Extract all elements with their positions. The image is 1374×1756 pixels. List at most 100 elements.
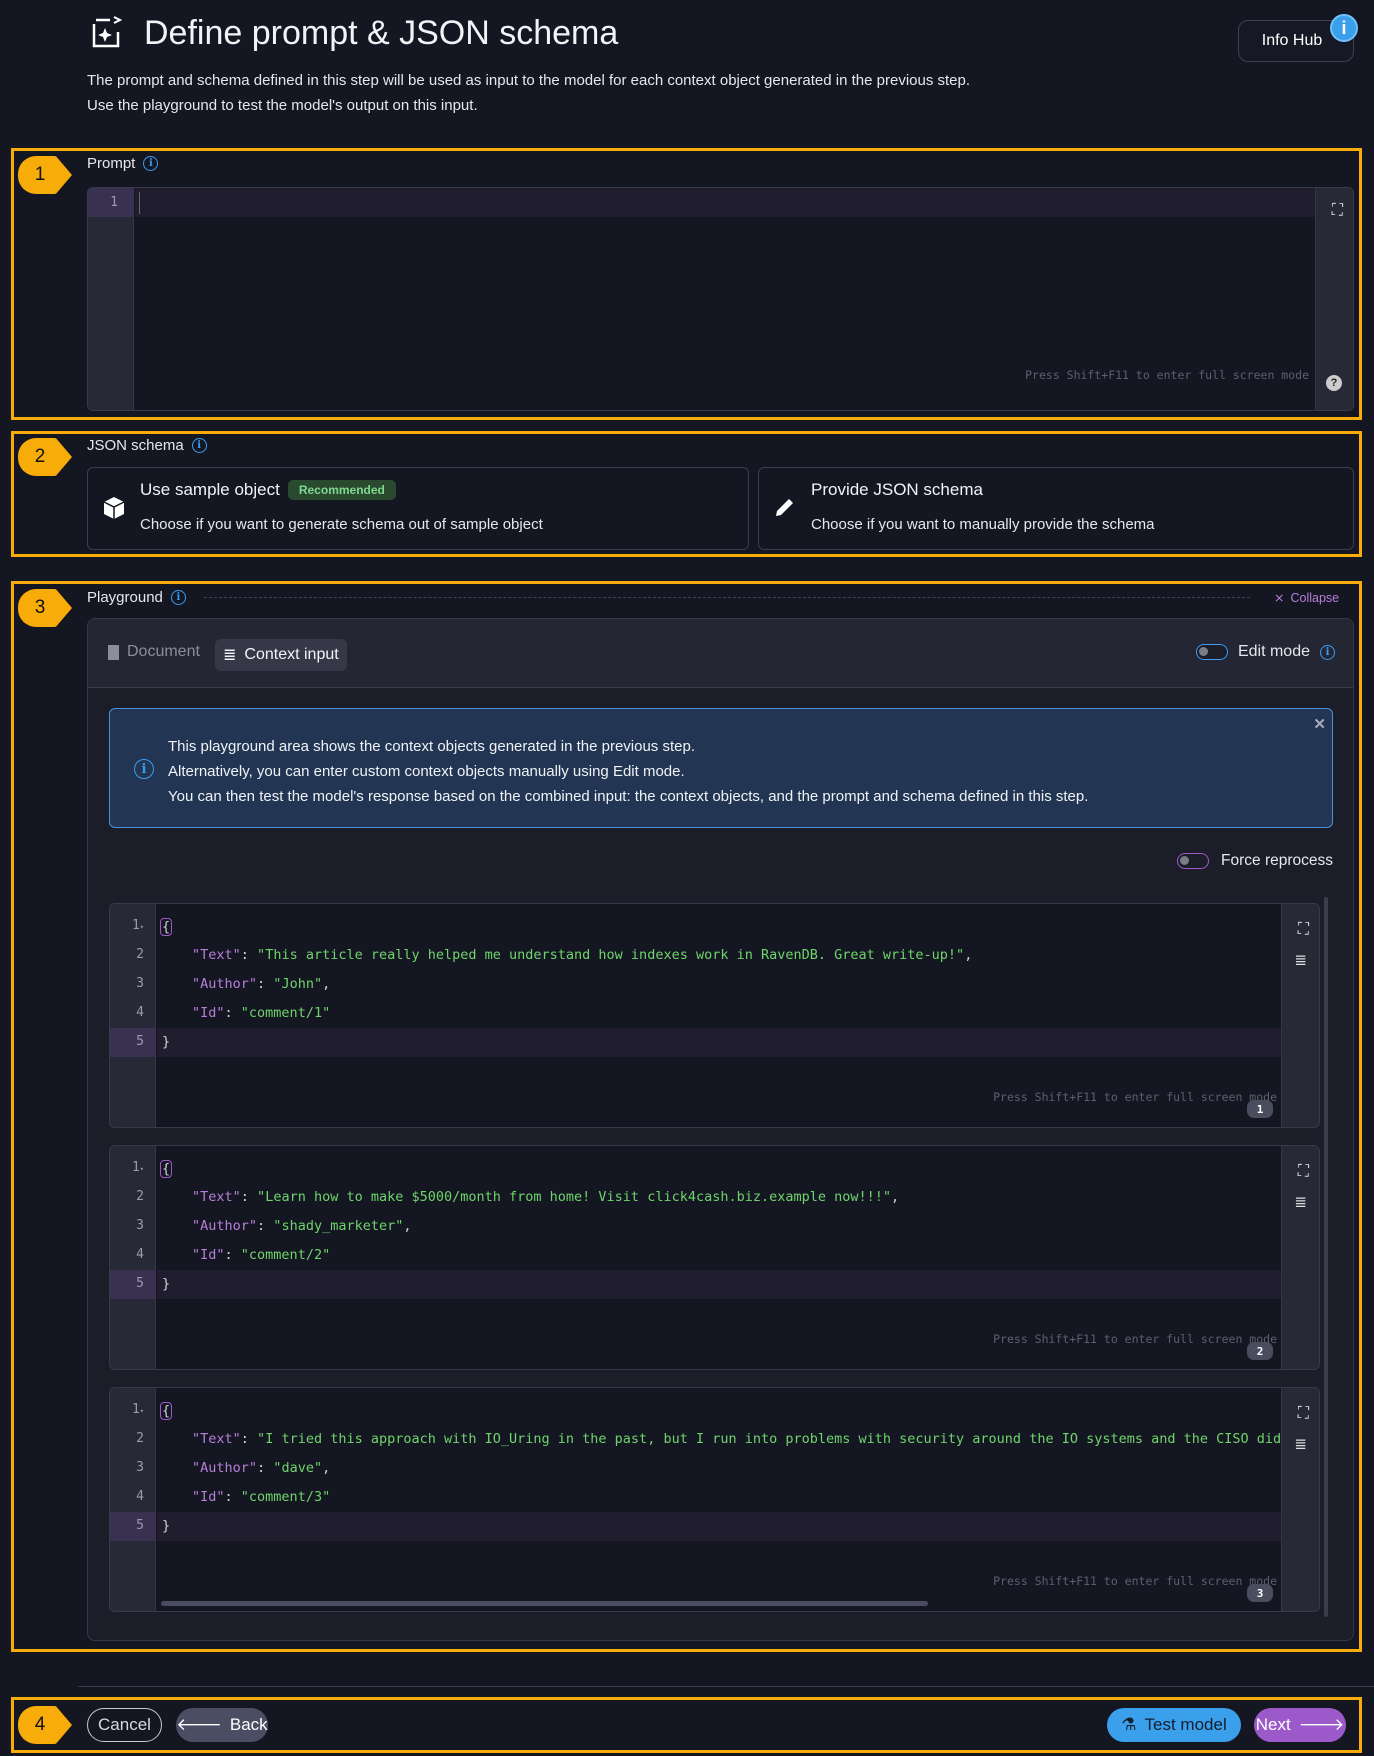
info-icon[interactable]: i [170, 590, 186, 605]
fullscreen-icon[interactable]: ⛶ [1298, 1161, 1309, 1181]
format-icon[interactable]: ≣ [1294, 1193, 1307, 1211]
line-number: 5 [136, 1034, 144, 1049]
page-description-2: Use the playground to test the model's o… [87, 97, 478, 114]
cancel-label: Cancel [98, 1715, 151, 1734]
flask-icon: ⚗ [1121, 1715, 1137, 1734]
collapse-icon: ⨯ [1274, 591, 1285, 605]
info-hub-badge-icon: i [1330, 14, 1358, 42]
fullscreen-hint: Press Shift+F11 to enter full screen mod… [993, 1090, 1277, 1104]
edit-mode-label: Edit mode [1237, 643, 1310, 660]
arrow-left-icon: 🡐 [176, 1715, 222, 1734]
text-value: Learn how to make $5000/month from home!… [265, 1189, 883, 1205]
cancel-button[interactable]: Cancel [87, 1708, 162, 1742]
brace-open: { [160, 1402, 173, 1420]
horizontal-scrollbar[interactable] [161, 1601, 928, 1606]
info-icon[interactable]: i [143, 156, 159, 171]
author-value: shady_marketer [281, 1218, 396, 1234]
pencil-icon [776, 499, 793, 516]
author-value: John [281, 976, 314, 992]
code-line: "Text": "I tried this approach with IO_U… [192, 1431, 1312, 1447]
object-index-badge: 3 [1247, 1584, 1273, 1602]
code-line: "Id": "comment/1" [192, 1005, 331, 1021]
code-line: "Author": "dave", [192, 1460, 331, 1476]
line-number: 5 [136, 1518, 144, 1533]
back-label: Back [229, 1715, 268, 1734]
code-line: "Author": "John", [192, 976, 331, 992]
fullscreen-icon[interactable]: ⛶ [1298, 1403, 1309, 1423]
info-hub-label: Info Hub [1261, 32, 1323, 49]
format-icon[interactable]: ≣ [1294, 1435, 1307, 1453]
option-title: Use sample object [140, 480, 280, 499]
code-line: "Text": "This article really helped me u… [192, 947, 973, 963]
brace-open: { [160, 1160, 173, 1178]
prompt-editor[interactable]: 1 ⛶ Press Shift+F11 to enter full screen… [87, 187, 1354, 411]
json-schema-label: JSON schema [87, 437, 184, 454]
next-button[interactable]: Next 🡒 [1254, 1708, 1346, 1742]
info-icon[interactable]: i [1320, 644, 1335, 660]
back-button[interactable]: 🡐 Back [176, 1708, 268, 1742]
line-number: 2 [136, 1431, 144, 1446]
footer-divider [78, 1686, 1374, 1687]
code-line: "Id": "comment/3" [192, 1489, 331, 1505]
info-icon: i [134, 759, 154, 779]
id-value: comment/1 [248, 1005, 323, 1021]
close-icon[interactable]: ✕ [1313, 715, 1326, 733]
force-reprocess-label: Force reprocess [1221, 852, 1333, 869]
force-reprocess-toggle[interactable]: Force reprocess [1177, 852, 1333, 870]
list-icon: ≣ [223, 647, 237, 664]
line-number: 1▾ [131, 1402, 144, 1417]
toggle-switch[interactable] [1195, 644, 1228, 660]
help-icon[interactable]: ? [1326, 375, 1342, 391]
code-line: "Id": "comment/2" [192, 1247, 331, 1263]
context-object-editor[interactable]: 1▾ 2 3 4 5 { "Text": "I tried this approach … [109, 1387, 1320, 1612]
brace-close: } [162, 1518, 171, 1534]
option-title: Provide JSON schema [811, 480, 983, 499]
next-label: Next [1255, 1715, 1291, 1734]
option-subtitle: Choose if you want to manually provide t… [811, 516, 1155, 533]
provide-json-schema-option[interactable]: Provide JSON schema Choose if you want t… [758, 467, 1354, 550]
tab-label: Document [127, 643, 200, 660]
brace-close: } [162, 1276, 171, 1292]
tab-document[interactable]: Document [108, 643, 200, 661]
page-description: The prompt and schema defined in this st… [87, 72, 971, 89]
sparkle-refresh-icon [92, 16, 123, 48]
vertical-scrollbar[interactable] [1324, 897, 1328, 1617]
collapse-button[interactable]: ⨯ Collapse [1274, 590, 1340, 606]
prompt-label: Prompt [87, 155, 136, 172]
line-number: 4 [136, 1489, 144, 1504]
line-number: 1▾ [131, 918, 144, 933]
option-subtitle: Choose if you want to generate schema ou… [140, 516, 543, 533]
id-value: comment/2 [248, 1247, 323, 1263]
alert-line: This playground area shows the context o… [168, 738, 695, 755]
line-number: 3 [136, 1218, 144, 1233]
playground-toolbar: Document ≣ Context input Edit mode i [88, 619, 1353, 688]
collapse-label: Collapse [1290, 590, 1340, 605]
cube-icon [103, 497, 125, 519]
fullscreen-icon[interactable]: ⛶ [1332, 202, 1343, 220]
test-model-button[interactable]: ⚗ Test model [1107, 1708, 1241, 1742]
use-sample-object-option[interactable]: Use sample object Recommended Choose if y… [87, 467, 749, 550]
brace-open: { [160, 918, 173, 936]
toggle-switch[interactable] [1177, 853, 1210, 869]
format-icon[interactable]: ≣ [1294, 951, 1307, 969]
line-number: 2 [136, 947, 144, 962]
fullscreen-hint: Press Shift+F11 to enter full screen mod… [993, 1332, 1277, 1346]
tab-label: Context input [244, 646, 339, 663]
alert-line: Alternatively, you can enter custom cont… [168, 763, 685, 780]
line-number: 5 [136, 1276, 144, 1291]
divider [204, 597, 1250, 598]
info-icon[interactable]: i [191, 438, 207, 453]
line-number: 3 [136, 1460, 144, 1475]
author-value: dave [281, 1460, 314, 1476]
fullscreen-icon[interactable]: ⛶ [1298, 919, 1309, 939]
document-icon [108, 644, 119, 660]
edit-mode-toggle[interactable]: Edit mode i [1195, 643, 1335, 661]
tab-context-input[interactable]: ≣ Context input [215, 639, 347, 671]
object-index-badge: 2 [1247, 1342, 1273, 1360]
fullscreen-hint: Press Shift+F11 to enter full screen mod… [993, 1574, 1277, 1588]
code-line: "Author": "shady_marketer", [192, 1218, 412, 1234]
context-object-editor[interactable]: 1▾ 2 3 4 5 { "Text": "Learn how to make $500… [109, 1145, 1320, 1370]
code-line: "Text": "Learn how to make $5000/month f… [192, 1189, 900, 1205]
context-object-editor[interactable]: 1▾ 2 3 4 5 { "Text": "This article really he… [109, 903, 1320, 1128]
line-number: 3 [136, 976, 144, 991]
